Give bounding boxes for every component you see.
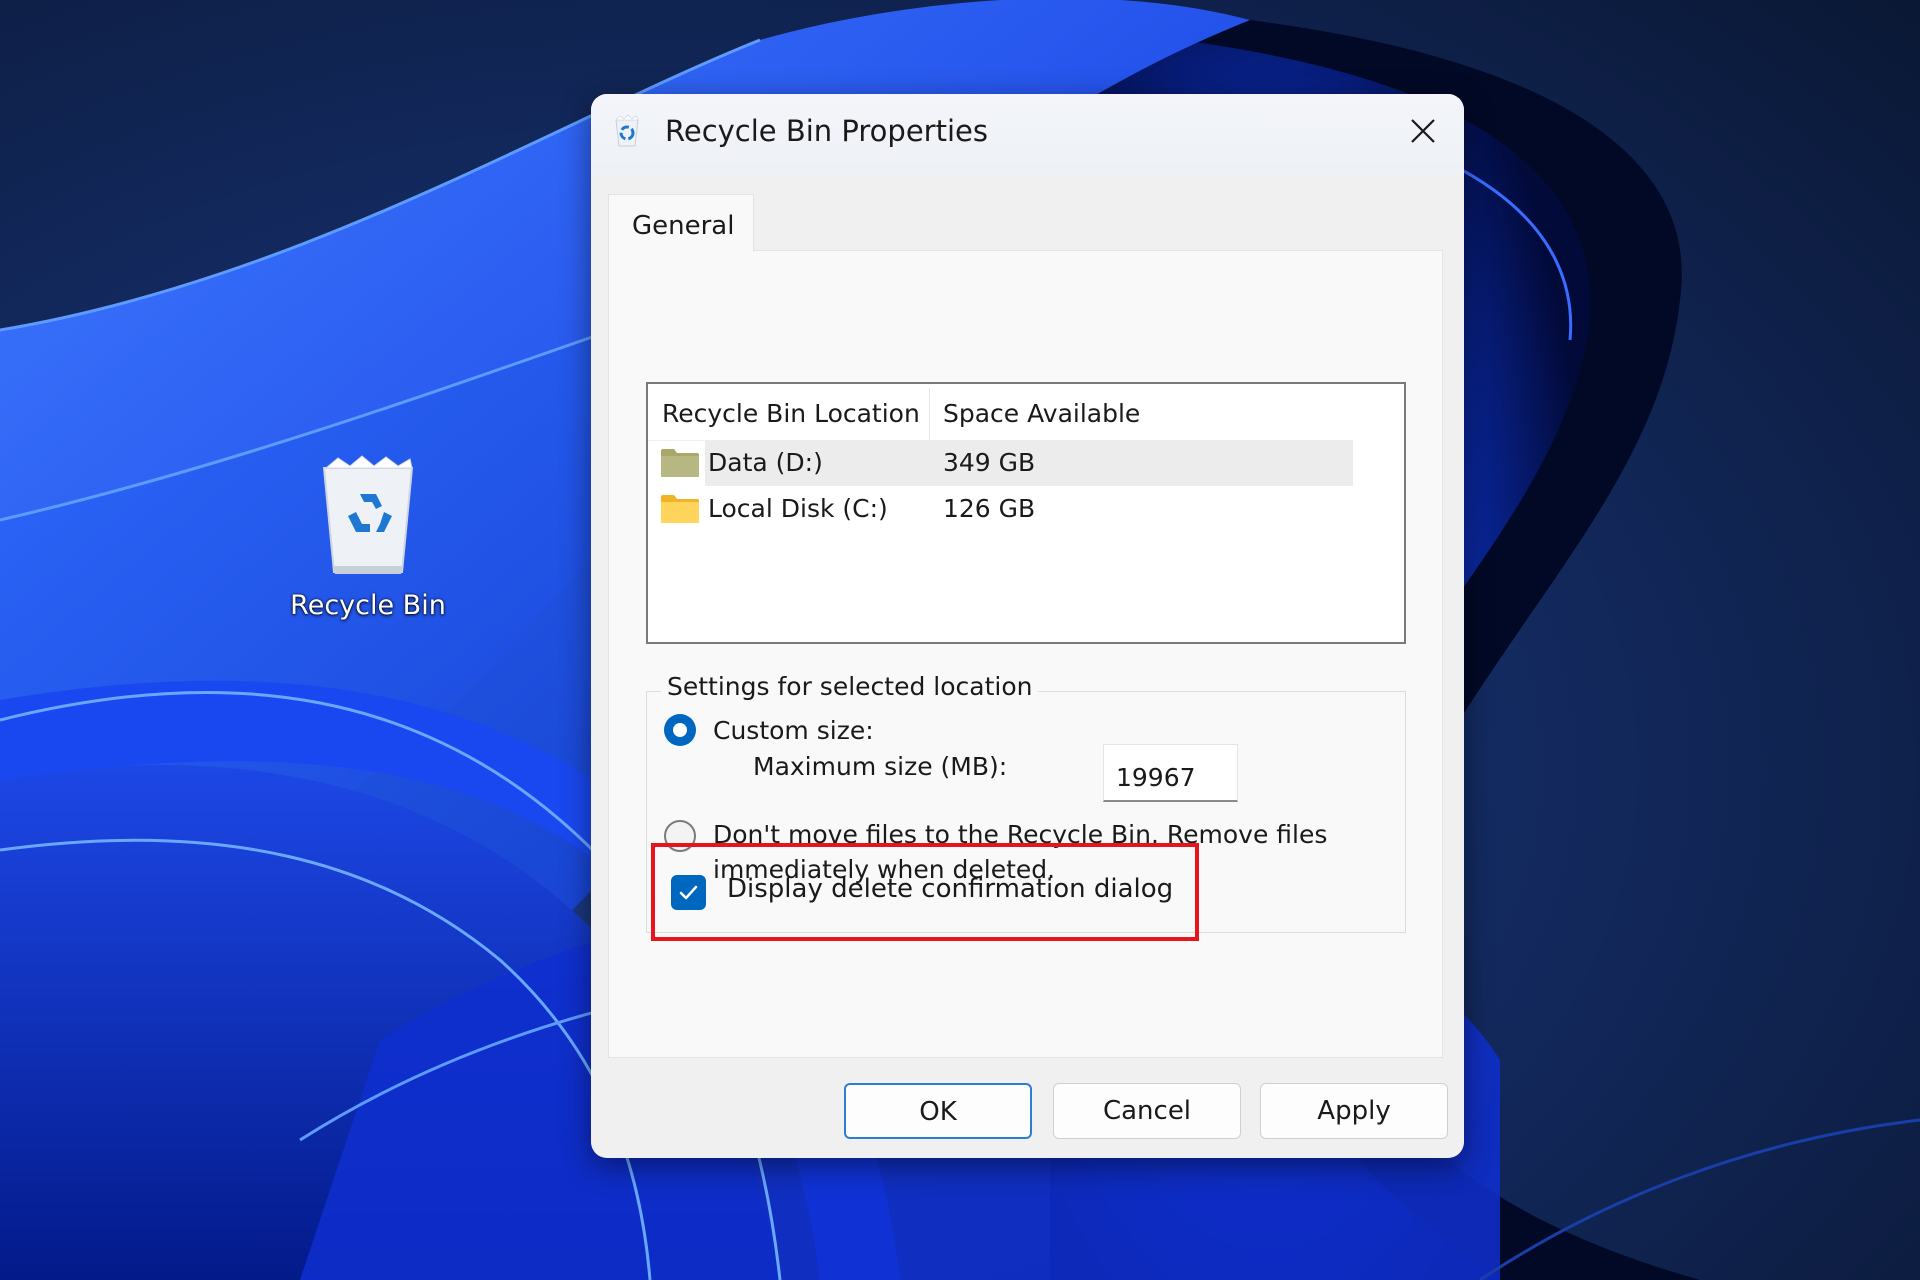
recycle-bin-locations-list[interactable]: Recycle Bin Location Space Available Dat… — [646, 382, 1406, 644]
desktop-icon-label: Recycle Bin — [290, 590, 446, 621]
tab-general[interactable]: General — [608, 194, 754, 252]
custom-size-label[interactable]: Custom size: — [713, 716, 874, 745]
delete-confirmation-checkbox[interactable] — [671, 875, 706, 910]
list-item[interactable]: Data (D:) 349 GB — [648, 440, 1353, 486]
list-header: Recycle Bin Location Space Available — [648, 388, 1353, 441]
folder-icon — [661, 449, 699, 477]
space-available: 126 GB — [943, 494, 1036, 523]
recycle-bin-icon — [615, 114, 639, 147]
apply-button[interactable]: Apply — [1260, 1083, 1448, 1139]
space-available: 349 GB — [943, 448, 1036, 477]
location-name: Local Disk (C:) — [708, 494, 888, 523]
ok-button[interactable]: OK — [844, 1083, 1032, 1139]
location-name: Data (D:) — [708, 448, 823, 477]
max-size-input[interactable] — [1103, 744, 1238, 802]
column-header-location[interactable]: Recycle Bin Location — [648, 388, 930, 440]
cancel-button[interactable]: Cancel — [1053, 1083, 1241, 1139]
desktop-icon-recycle-bin[interactable]: Recycle Bin — [268, 448, 468, 638]
recycle-bin-properties-dialog: Recycle Bin Properties General Recycle B… — [591, 94, 1464, 1158]
close-icon[interactable] — [1400, 108, 1446, 154]
general-tab-panel: Recycle Bin Location Space Available Dat… — [608, 250, 1443, 1058]
max-size-label: Maximum size (MB): — [753, 752, 1008, 781]
custom-size-radio[interactable] — [664, 714, 696, 746]
delete-confirmation-label[interactable]: Display delete confirmation dialog — [727, 874, 1173, 904]
folder-icon — [661, 495, 699, 523]
title-bar[interactable]: Recycle Bin Properties — [591, 94, 1464, 174]
settings-legend: Settings for selected location — [661, 672, 1039, 701]
recycle-bin-icon — [322, 455, 414, 574]
checkmark-icon — [679, 885, 698, 900]
dialog-title: Recycle Bin Properties — [665, 114, 988, 148]
column-header-space[interactable]: Space Available — [930, 388, 1353, 440]
list-item[interactable]: Local Disk (C:) 126 GB — [648, 486, 1353, 532]
